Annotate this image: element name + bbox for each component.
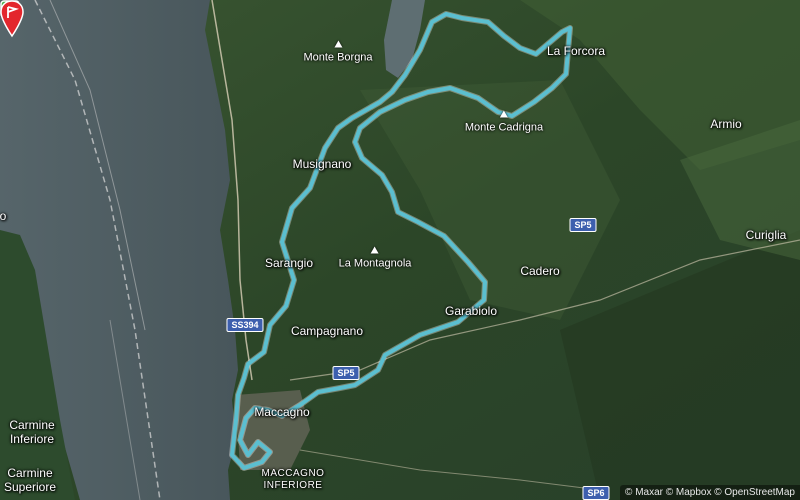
place-campagnano[interactable]: Campagnano	[291, 324, 363, 338]
peak-la-montagnola[interactable]: La Montagnola	[338, 246, 412, 270]
location-pin-icon[interactable]	[0, 0, 24, 40]
peak-icon	[333, 40, 342, 48]
place-armio[interactable]: Armio	[710, 117, 741, 131]
peak-icon	[500, 110, 508, 118]
road-shield-sp6: SP6	[582, 486, 610, 500]
road-shield-sp5: SP5	[569, 218, 597, 232]
peak-monte-borgna[interactable]: Monte Borgna	[303, 40, 373, 64]
peak-label: Monte Borgna	[303, 51, 373, 64]
map-view[interactable]: Monte Borgna La Forcora Monte Cadrigna A…	[0, 0, 800, 500]
place-garabiolo[interactable]: Garabiolo	[445, 304, 497, 318]
place-edge-label: o	[0, 209, 7, 223]
peak-label: La Montagnola	[338, 257, 412, 270]
road-shield-ss394: SS394	[226, 318, 264, 332]
road-shield-sp5: SP5	[332, 366, 360, 380]
place-carmine-inferiore[interactable]: Carmine Inferiore	[9, 418, 54, 446]
place-curiglia[interactable]: Curiglia	[746, 228, 787, 242]
place-sarangio[interactable]: Sarangio	[265, 256, 313, 270]
peak-monte-cadrigna[interactable]: Monte Cadrigna	[464, 110, 544, 134]
map-attribution[interactable]: © Maxar © Mapbox © OpenStreetMap	[620, 485, 800, 500]
place-maccagno-inferiore[interactable]: MACCAGNO INFERIORE	[262, 468, 325, 492]
place-carmine-superiore[interactable]: Carmine Superiore	[4, 466, 56, 494]
place-musignano[interactable]: Musignano	[293, 157, 352, 171]
place-cadero[interactable]: Cadero	[520, 264, 559, 278]
place-la-forcora[interactable]: La Forcora	[547, 44, 605, 58]
place-maccagno[interactable]: Maccagno	[254, 405, 309, 419]
peak-label: Monte Cadrigna	[464, 121, 544, 134]
peak-icon	[371, 246, 379, 254]
